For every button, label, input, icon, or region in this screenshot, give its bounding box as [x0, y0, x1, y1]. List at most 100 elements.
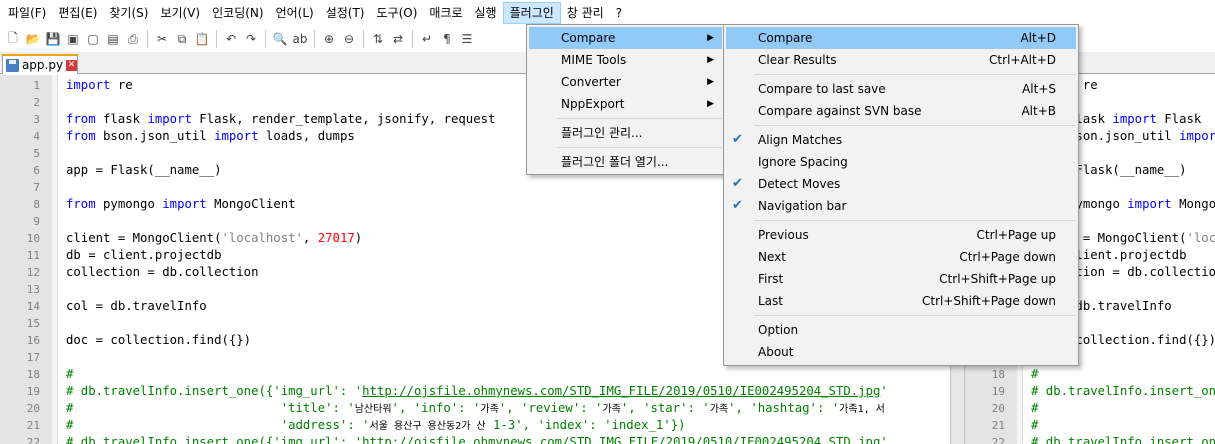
- menu-item-nppexport[interactable]: NppExport ▶: [529, 93, 722, 115]
- line-number: 11: [26, 249, 40, 262]
- plugin-menu: Compare ▶ MIME Tools ▶ Converter ▶ NppExport ▶ 플…: [526, 24, 725, 175]
- menu-item-플러그인-폴더-열기[interactable]: 플러그인 폴더 열기...: [529, 151, 722, 173]
- line-number: 21: [991, 419, 1005, 432]
- toolbar-separator: [265, 30, 266, 48]
- menu-item-label: NppExport: [561, 97, 625, 111]
- open-file-icon[interactable]: 📂: [24, 30, 42, 48]
- word-wrap-icon[interactable]: ↵: [418, 30, 436, 48]
- file-tab[interactable]: app.py ✕: [2, 54, 78, 74]
- menu-7[interactable]: 설정(T): [320, 2, 371, 24]
- menu-bar: 파일(F) 편집(E) 찾기(S) 보기(V) 인코딩(N) 언어(L) 설정(T) 도구(O…: [0, 0, 1215, 26]
- menu-6[interactable]: 언어(L): [270, 2, 320, 24]
- menu-item-converter[interactable]: Converter ▶: [529, 71, 722, 93]
- code-text: #: [66, 367, 74, 381]
- close-all-icon[interactable]: ▤: [104, 30, 122, 48]
- cut-icon[interactable]: ✂: [153, 30, 171, 48]
- find-icon[interactable]: 🔍: [271, 30, 289, 48]
- menu-2[interactable]: 편집(E): [52, 2, 103, 24]
- submenu-arrow-icon: ▶: [707, 99, 714, 109]
- menu-item-compare-to-last-save[interactable]: Compare to last save Alt+S: [726, 78, 1076, 100]
- zoom-in-icon[interactable]: ⊕: [320, 30, 338, 48]
- code-line: 20 #: [965, 400, 1215, 417]
- code-text: collection = db.collection: [66, 265, 259, 279]
- menu-item-label: MIME Tools: [561, 53, 627, 67]
- code-text: app = Flask(__name__): [66, 163, 222, 177]
- menu-item-label: Navigation bar: [758, 199, 847, 213]
- save-all-icon[interactable]: ▣: [64, 30, 82, 48]
- menu-item-next[interactable]: Next Ctrl+Page down: [726, 246, 1076, 268]
- code-line: 21 # 'address': '서울 용산구 용산동2가 산 1-3', 'in…: [0, 417, 950, 434]
- line-number: 2: [33, 96, 40, 109]
- menu-item-detect-moves[interactable]: ✔ Detect Moves: [726, 173, 1076, 195]
- check-icon: ✔: [732, 132, 743, 147]
- code-line: 19 # db.travelInfo.insert_one(: [965, 383, 1215, 400]
- menu-4[interactable]: 보기(V): [154, 2, 206, 24]
- show-all-characters-icon[interactable]: ¶: [438, 30, 456, 48]
- undo-icon[interactable]: ↶: [222, 30, 240, 48]
- saved-file-icon: [6, 58, 19, 72]
- line-number: 10: [26, 232, 40, 245]
- line-number: 18: [26, 368, 40, 381]
- line-number: 17: [26, 351, 40, 364]
- code-text: # db.travelInfo.insert_one(: [1031, 384, 1215, 398]
- paste-icon[interactable]: 📋: [193, 30, 211, 48]
- menu-1[interactable]: 파일(F): [2, 2, 52, 24]
- menu-10[interactable]: 실행: [469, 2, 503, 24]
- menu-12[interactable]: 창 관리: [561, 2, 610, 24]
- menu-8[interactable]: 도구(O): [371, 2, 424, 24]
- new-file-icon[interactable]: 🗋: [4, 30, 22, 48]
- menu-item-label: Compare to last save: [758, 82, 886, 96]
- menu-item-shortcut: Ctrl+Shift+Page down: [922, 294, 1056, 308]
- menu-item-last[interactable]: Last Ctrl+Shift+Page down: [726, 290, 1076, 312]
- menu-separator: [557, 118, 722, 119]
- save-icon[interactable]: 💾: [44, 30, 62, 48]
- code-text: # db.travelInfo.insert_one({'img_url': '…: [66, 384, 888, 398]
- menu-item-compare[interactable]: Compare ▶: [529, 27, 722, 49]
- menu-11[interactable]: 플러그인: [502, 2, 561, 24]
- menu-item-align-matches[interactable]: ✔ Align Matches: [726, 129, 1076, 151]
- menu-item-label: Compare: [758, 31, 813, 45]
- menu-item-compare[interactable]: Compare Alt+D: [726, 27, 1076, 49]
- code-text: from flask import Flask, render_template…: [66, 112, 496, 126]
- close-icon[interactable]: ▢: [84, 30, 102, 48]
- line-number: 21: [26, 419, 40, 432]
- redo-icon[interactable]: ↷: [242, 30, 260, 48]
- menu-item-플러그인-관리[interactable]: 플러그인 관리...: [529, 122, 722, 144]
- indent-guide-icon[interactable]: ☰: [458, 30, 476, 48]
- menu-item-clear-results[interactable]: Clear Results Ctrl+Alt+D: [726, 49, 1076, 71]
- sync-vertical-icon[interactable]: ⇅: [369, 30, 387, 48]
- menu-item-shortcut: Ctrl+Alt+D: [989, 53, 1056, 67]
- menu-separator: [754, 315, 1076, 316]
- menu-item-navigation-bar[interactable]: ✔ Navigation bar: [726, 195, 1076, 217]
- code-text: #: [1031, 418, 1039, 432]
- code-text: # 'address': '서울 용산구 용산동2가 산 1-3', 'inde…: [66, 418, 686, 432]
- menu-13[interactable]: ?: [610, 2, 628, 24]
- submenu-arrow-icon: ▶: [707, 55, 714, 65]
- menu-item-mime-tools[interactable]: MIME Tools ▶: [529, 49, 722, 71]
- menu-separator: [754, 125, 1076, 126]
- menu-item-previous[interactable]: Previous Ctrl+Page up: [726, 224, 1076, 246]
- code-text: col = db.travelInfo: [66, 299, 207, 313]
- line-number: 18: [991, 368, 1005, 381]
- menu-item-option[interactable]: Option: [726, 319, 1076, 341]
- code-line: 21 #: [965, 417, 1215, 434]
- menu-item-label: Clear Results: [758, 53, 837, 67]
- copy-icon[interactable]: ⧉: [173, 30, 191, 48]
- code-text: # db.travelInfo.insert_one({'img_url': '…: [66, 435, 888, 444]
- menu-item-about[interactable]: About: [726, 341, 1076, 363]
- sync-horizontal-icon[interactable]: ⇄: [389, 30, 407, 48]
- line-number: 19: [991, 385, 1005, 398]
- code-text: from bson.json_util import loads, dumps: [66, 129, 355, 143]
- zoom-out-icon[interactable]: ⊖: [340, 30, 358, 48]
- menu-5[interactable]: 인코딩(N): [206, 2, 269, 24]
- replace-icon[interactable]: ab: [291, 30, 309, 48]
- code-text: # db.travelInfo.insert_one(: [1031, 435, 1215, 444]
- menu-3[interactable]: 찾기(S): [103, 2, 154, 24]
- menu-item-compare-against-svn-base[interactable]: Compare against SVN base Alt+B: [726, 100, 1076, 122]
- print-icon[interactable]: ⎙: [124, 30, 142, 48]
- submenu-arrow-icon: ▶: [707, 77, 714, 87]
- menu-item-first[interactable]: First Ctrl+Shift+Page up: [726, 268, 1076, 290]
- menu-item-ignore-spacing[interactable]: Ignore Spacing: [726, 151, 1076, 173]
- close-tab-icon[interactable]: ✕: [66, 59, 77, 71]
- menu-9[interactable]: 매크로: [423, 2, 468, 24]
